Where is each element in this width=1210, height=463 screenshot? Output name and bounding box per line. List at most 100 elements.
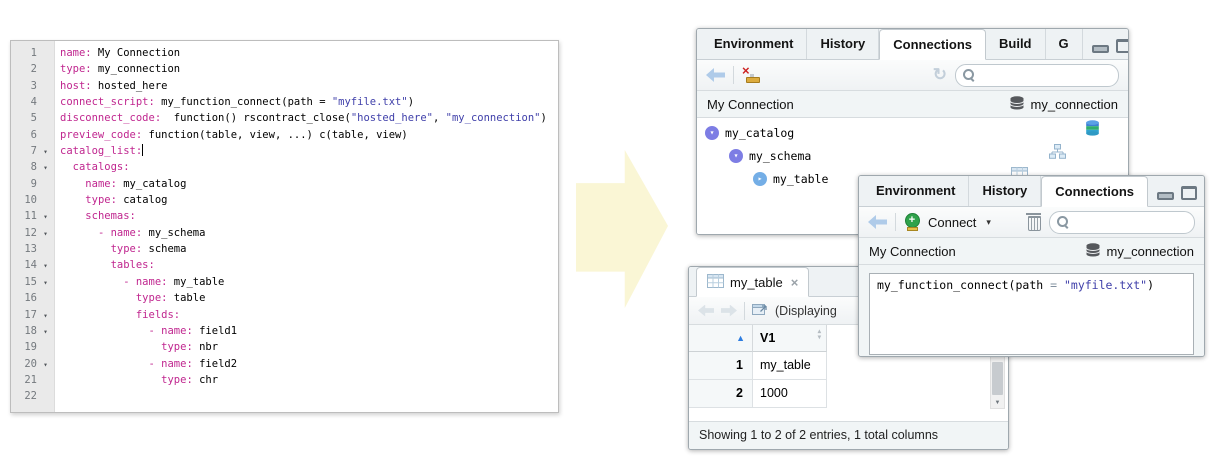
editor-line[interactable]: 10 type: catalog — [11, 192, 558, 208]
code-segment: type: — [161, 341, 193, 353]
tab-history[interactable]: History — [969, 176, 1041, 206]
tab-build[interactable]: Build — [986, 29, 1046, 59]
connections-pane-front: EnvironmentHistoryConnections + Connect … — [858, 175, 1205, 357]
editor-line[interactable]: 15▾ - name: my_table — [11, 274, 558, 290]
line-number: 5 — [11, 110, 37, 126]
editor-line[interactable]: 3host: hosted_here — [11, 78, 558, 94]
row-number-header[interactable]: ▲ — [689, 325, 753, 352]
editor-line[interactable]: 20▾ - name: field2 — [11, 356, 558, 372]
editor-line[interactable]: 19 type: nbr — [11, 339, 558, 355]
editor-line[interactable]: 2type: my_connection — [11, 61, 558, 77]
sort-toggle-icon[interactable]: ▴▾ — [818, 329, 821, 341]
fold-icon[interactable]: ▾ — [37, 274, 54, 290]
code-text: - name: my_table — [54, 274, 224, 290]
code-text: schemas: — [54, 208, 136, 224]
code-segment: ) — [1147, 278, 1154, 292]
fold-icon[interactable]: ▾ — [37, 307, 54, 323]
code-segment: tables: — [111, 259, 155, 271]
connect-base — [907, 227, 918, 231]
editor-line[interactable]: 7▾catalog_list: — [11, 143, 558, 159]
fold-icon[interactable]: ▾ — [37, 143, 54, 159]
code-segment — [60, 194, 85, 206]
tab-history[interactable]: History — [807, 29, 879, 59]
collapse-icon[interactable]: ▾ — [729, 149, 743, 163]
tab-environment[interactable]: Environment — [863, 176, 969, 206]
maximize-icon[interactable] — [1116, 39, 1129, 53]
fold-icon[interactable]: ▾ — [37, 356, 54, 372]
code-segment: "myfile.txt" — [332, 96, 408, 108]
editor-line[interactable]: 1name: My Connection — [11, 45, 558, 61]
tab-connections[interactable]: Connections — [1041, 176, 1148, 207]
line-number: 1 — [11, 45, 37, 61]
disconnect-icon[interactable]: × — [742, 67, 762, 84]
fold-icon[interactable]: ▾ — [37, 257, 54, 273]
expand-icon[interactable]: ▸ — [753, 172, 767, 186]
maximize-icon[interactable] — [1181, 186, 1197, 200]
search-icon — [1057, 216, 1069, 228]
tree-row-my_catalog[interactable]: ▾ my_catalog — [697, 121, 1128, 144]
connection-row[interactable]: My Connection my_connection — [697, 91, 1128, 118]
code-text: - name: field1 — [54, 323, 237, 339]
editor-line[interactable]: 6preview_code: function(table, view, ...… — [11, 127, 558, 143]
code-segment: - name: — [98, 227, 142, 239]
back-icon[interactable] — [868, 215, 887, 229]
tree-label: my_catalog — [725, 126, 794, 140]
refresh-icon[interactable]: ↻ — [933, 67, 947, 83]
scroll-thumb[interactable] — [992, 362, 1003, 395]
fold-icon[interactable]: ▾ — [37, 225, 54, 241]
toolbar-separator — [744, 302, 745, 320]
nav-forward-icon[interactable] — [721, 305, 737, 317]
close-icon[interactable]: × — [791, 275, 799, 290]
sort-ascending-icon[interactable]: ▲ — [736, 325, 745, 351]
search-box[interactable] — [1049, 211, 1195, 234]
code-text: catalogs: — [54, 159, 130, 175]
code-segment: catalog_list: — [60, 145, 142, 157]
minimize-icon[interactable] — [1092, 45, 1109, 53]
toolbar-separator — [895, 213, 896, 231]
column-header-v1[interactable]: V1▴▾ — [753, 325, 827, 352]
editor-line[interactable]: 4connect_script: my_function_connect(pat… — [11, 94, 558, 110]
code-segment: table — [167, 292, 205, 304]
editor-line[interactable]: 13 type: schema — [11, 241, 558, 257]
code-text: fields: — [54, 307, 180, 323]
search-box[interactable] — [955, 64, 1119, 87]
window-controls — [1148, 176, 1205, 206]
viewer-tab[interactable]: my_table × — [696, 267, 809, 297]
trash-icon[interactable] — [1028, 216, 1041, 231]
window-controls — [1083, 29, 1129, 59]
editor-line[interactable]: 8▾ catalogs: — [11, 159, 558, 175]
editor-line[interactable]: 18▾ - name: field1 — [11, 323, 558, 339]
vertical-scrollbar[interactable]: ▲ ▼ — [990, 351, 1005, 409]
editor-lines: 1name: My Connection2type: my_connection… — [11, 41, 558, 405]
fold-icon[interactable]: ▾ — [37, 159, 54, 175]
tab-connections[interactable]: Connections — [879, 29, 986, 60]
row-number-cell: 1 — [689, 352, 753, 380]
tab-g[interactable]: G — [1046, 29, 1083, 59]
back-icon[interactable] — [706, 68, 725, 82]
connect-code-box[interactable]: my_function_connect(path = "myfile.txt") — [869, 273, 1194, 355]
connect-icon[interactable]: + — [904, 213, 920, 231]
editor-line[interactable]: 21 type: chr — [11, 372, 558, 388]
collapse-icon[interactable]: ▾ — [705, 126, 719, 140]
nav-back-icon[interactable] — [698, 305, 714, 317]
editor-line[interactable]: 12▾ - name: my_schema — [11, 225, 558, 241]
fold-icon[interactable]: ▾ — [37, 323, 54, 339]
fold-spacer — [37, 372, 54, 388]
editor-line[interactable]: 14▾ tables: — [11, 257, 558, 273]
code-segment — [60, 374, 161, 386]
scroll-down-icon[interactable]: ▼ — [991, 399, 1004, 408]
minimize-icon[interactable] — [1157, 192, 1174, 200]
table-row[interactable]: 21000 — [689, 380, 1008, 408]
editor-line[interactable]: 9 name: my_catalog — [11, 176, 558, 192]
editor-line[interactable]: 17▾ fields: — [11, 307, 558, 323]
open-in-window-icon[interactable] — [752, 302, 768, 320]
fold-icon[interactable]: ▾ — [37, 208, 54, 224]
editor-line[interactable]: 22 — [11, 388, 558, 404]
editor-line[interactable]: 11▾ schemas: — [11, 208, 558, 224]
connect-button[interactable]: Connect — [928, 215, 976, 230]
tab-environment[interactable]: Environment — [701, 29, 807, 59]
editor-line[interactable]: 16 type: table — [11, 290, 558, 306]
editor-line[interactable]: 5disconnect_code: function() rscontract_… — [11, 110, 558, 126]
connection-row[interactable]: My Connection my_connection — [859, 238, 1204, 265]
yaml-editor[interactable]: 1name: My Connection2type: my_connection… — [10, 40, 559, 413]
